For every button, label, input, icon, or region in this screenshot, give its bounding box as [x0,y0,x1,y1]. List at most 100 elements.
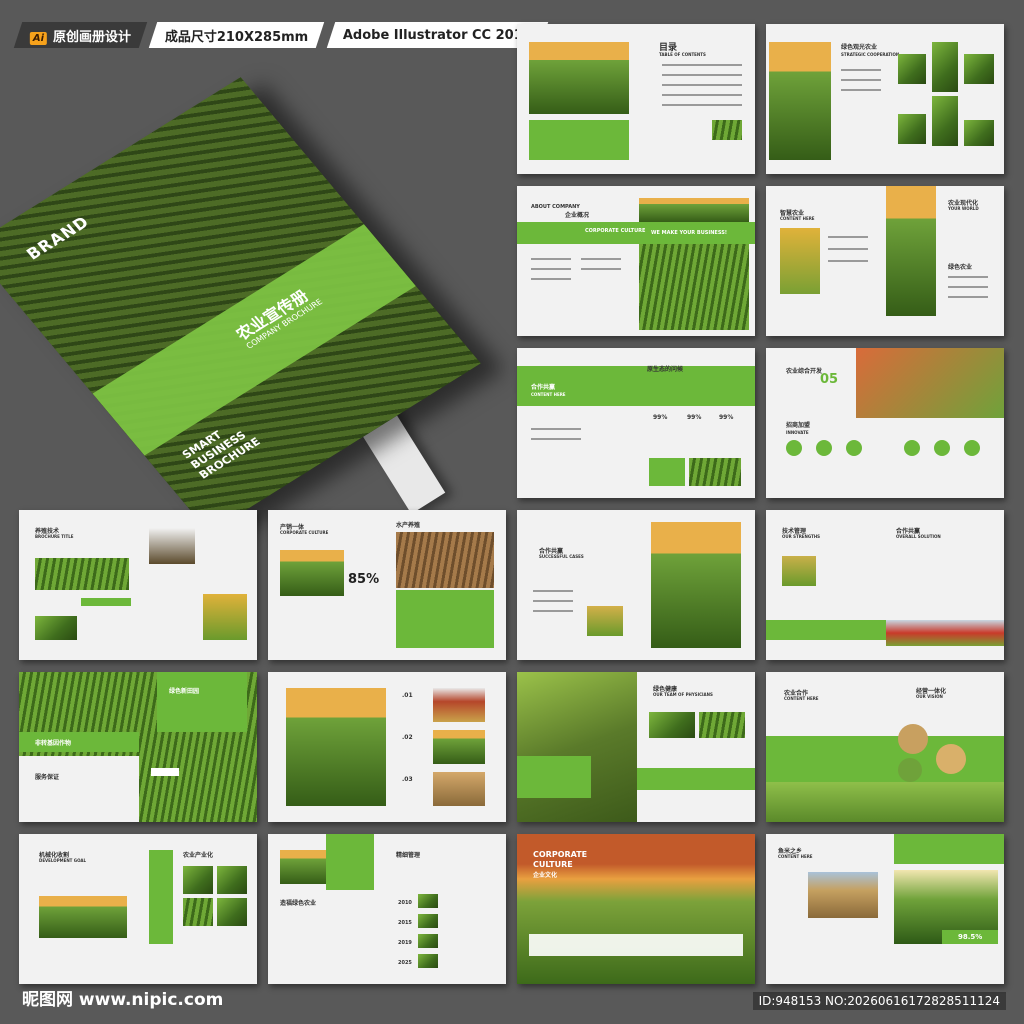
spread-subtitle: CORPORATE CULTURE [280,530,329,535]
illustrator-icon: Ai [30,31,48,45]
spread-subtitle: DEVELOPMENT GOAL [39,858,87,863]
spread-green-block [326,834,374,890]
text-line [581,258,621,260]
tractor-photo [433,688,485,722]
spread-title: 精细管理 [396,852,421,859]
gear-icon [816,440,832,456]
spread-photo [433,730,485,764]
spread-photo [782,556,816,586]
spread-subtitle: YOUR WORLD [948,206,979,211]
hand-icon [846,440,862,456]
spread-green-block [894,834,1004,864]
spread-about-company: ABOUT COMPANY 企业概况 CORPORATE CULTURE WE … [517,186,755,336]
text-line [828,236,868,238]
stat-value: 99% [687,414,702,421]
top-label-bar: Ai 原创画册设计 成品尺寸210X285mm Adobe Illustrator… [13,22,548,48]
spread-title: 服务保证 [35,774,60,781]
spread-photo [217,866,247,894]
label-original-design: Ai 原创画册设计 [13,22,148,48]
leaf-icon [786,440,802,456]
spread-green-block [529,120,629,160]
text-line [841,89,881,91]
label-original-design-text: 原创画册设计 [53,29,132,45]
spread-green-countryside: 绿色新田园 非转基因作物 服务保证 [19,672,257,822]
seedling-photo [149,528,195,564]
spread-subtitle: OVERALL SOLUTION [896,534,941,539]
spread-contents: 目录 TABLE OF CONTENTS [517,24,755,174]
item-number: .03 [402,776,413,783]
spread-subtitle: CONTENT HERE [784,696,819,701]
item-number: .01 [402,692,413,699]
spread-cooperation: 合作共赢 CONTENT HERE 原生态的问候 99% 99% 99% [517,348,755,498]
spread-photo [769,42,831,160]
spread-title: 水产养殖 [396,522,421,529]
text-line [531,278,571,280]
spread-photo [183,898,213,926]
spread-green-block [517,756,591,798]
spread-subtitle: OUR STRENGTHS [782,534,821,539]
spread-title: 农业产业化 [183,852,214,859]
spread-tech-management: 技术管理 OUR STRENGTHS 合作共赢 OVERALL SOLUTION [766,510,1004,660]
field-circle-photo [898,758,922,782]
text-line [841,79,881,81]
corn-photo [780,228,820,294]
hills-photo [517,672,637,822]
text-line [533,600,573,602]
spread-green-block [149,850,173,944]
spread-green-tourism: 绿色观光农业 STRATEGIC COOPERATION [766,24,1004,174]
spread-photo [529,42,629,114]
stat-value: 99% [653,414,668,421]
field-photo [396,532,494,588]
spread-subtitle: TABLE OF CONTENTS [659,52,706,57]
spread-title: 原生态的问候 [647,366,684,373]
spread-photo [689,458,741,486]
spread-green-band [766,620,886,640]
spread-photo [699,712,745,738]
field-photo [766,782,1004,822]
spread-green-block [396,590,494,648]
timeline-year: 2019 [398,940,412,946]
spread-photo [280,550,344,596]
toc-line [662,84,742,86]
stat-value: 85% [348,572,380,587]
spread-smart-agriculture: 智慧农业 CONTENT HERE 农业现代化 YOUR WORLD 绿色农业 [766,186,1004,336]
spread-green-block [649,458,685,486]
spread-photo [639,198,749,222]
spread-photo [639,244,749,330]
spread-green-health: 绿色健康 OUR TEAM OF PHYSICIANS [517,672,755,822]
spread-land-of-fish-rice: 鱼米之乡 CONTENT HERE 98.5% [766,834,1004,984]
timeline-photo [418,894,438,908]
text-line [948,286,988,288]
icon-strip [529,934,743,956]
spread-photo [712,120,742,140]
band-text: WE MAKE YOUR BUSINESS! [651,230,728,236]
spread-title: 合作共赢 [531,384,556,391]
spread-photo [898,114,926,144]
spread-title: 企业概况 [565,212,590,219]
spread-fine-management: 造福绿色农业 精细管理 2010 2015 2019 2025 [268,834,506,984]
spread-subtitle: INNOVATE [786,430,809,435]
spread-photo [964,54,994,84]
spread-photo [183,866,213,894]
band-text: 非转基因作物 [35,740,72,747]
text-line [531,428,581,430]
spread-photo [35,616,77,640]
spread-harvesting: 机械化收割 DEVELOPMENT GOAL 农业产业化 [19,834,257,984]
grain-photo [433,772,485,806]
toc-line [662,94,742,96]
toc-line [662,64,742,66]
grain-circle-photo [898,724,928,754]
grain-circle-photo [936,744,966,774]
stat-value: 98.5% [958,933,983,941]
spread-photo [280,850,326,884]
text-line [531,438,581,440]
label-size: 成品尺寸210X285mm [148,22,325,48]
spread-title: 农业综合开发 [786,368,823,375]
spread-photo [856,348,1004,418]
spread-title: 绿色农业 [948,264,973,271]
cart-icon [964,440,980,456]
tractor-photo [39,896,127,938]
spread-title: CORPORATE [533,850,588,859]
spread-photo [932,42,958,92]
label-software-text: Adobe Illustrator CC 2018 [342,27,532,43]
